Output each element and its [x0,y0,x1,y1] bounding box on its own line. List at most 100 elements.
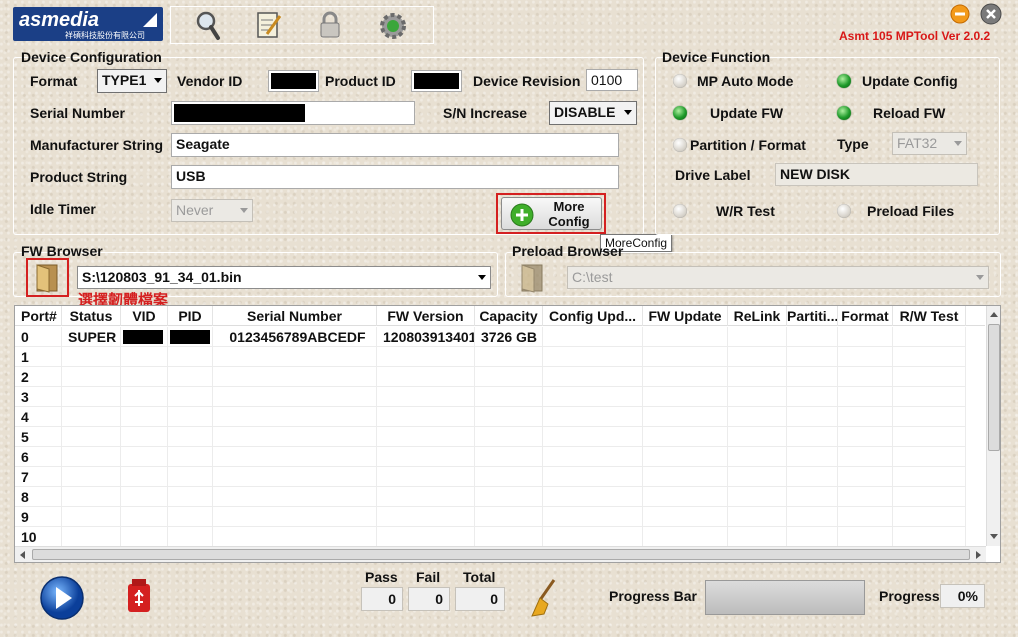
pass-count: 0 [361,587,403,611]
folder-open-icon[interactable] [33,261,63,293]
more-config-button[interactable]: More Config [501,197,602,230]
table-cell [787,347,838,367]
update-fw-label[interactable]: Update FW [710,105,783,121]
col-header[interactable]: Capacity [475,306,543,326]
table-cell [168,487,213,507]
table-row[interactable]: 9 [15,507,966,527]
device-revision-field[interactable]: 0100 [586,69,638,91]
col-header[interactable]: ReLink [728,306,787,326]
usb-drive-icon[interactable] [124,578,154,614]
table-row[interactable]: 0 SUPER 0123456789ABCEDF 120803913401 3726 G… [15,327,966,347]
redacted-value [414,73,459,89]
col-header[interactable]: Status [62,306,121,326]
horizontal-scrollbar[interactable] [15,546,986,562]
reload-fw-led[interactable] [837,106,851,120]
preload-path-select[interactable]: C:\test [567,266,989,289]
table-cell [121,367,168,387]
table-cell [787,447,838,467]
settings-gear-icon[interactable] [377,10,409,42]
col-header[interactable]: Partiti... [787,306,838,326]
col-header[interactable]: Format [838,306,893,326]
update-config-led[interactable] [837,74,851,88]
col-header[interactable]: Port# [15,306,62,326]
folder-open-icon[interactable] [518,261,548,293]
scroll-up-icon[interactable] [990,312,998,317]
fw-path-select[interactable]: S:\120803_91_34_01.bin [77,266,491,289]
table-row[interactable]: 8 [15,487,966,507]
vertical-scrollbar[interactable] [986,306,1000,546]
table-cell [838,427,893,447]
preload-files-label[interactable]: Preload Files [867,203,954,219]
vendor-id-field[interactable] [268,70,319,92]
table-cell [62,527,121,547]
minimize-icon[interactable] [950,4,970,24]
product-string-field[interactable]: USB [171,165,619,189]
reload-fw-label[interactable]: Reload FW [873,105,945,121]
broom-icon[interactable] [524,578,558,620]
table-row[interactable]: 2 [15,367,966,387]
table-cell [121,387,168,407]
play-icon[interactable] [39,575,85,621]
col-header[interactable]: VID [121,306,168,326]
notepad-icon[interactable] [255,10,283,40]
scrollbar-thumb[interactable] [32,549,970,560]
table-row[interactable]: 3 [15,387,966,407]
table-row[interactable]: 4 [15,407,966,427]
scrollbar-thumb[interactable] [988,324,1000,451]
scroll-right-icon[interactable] [976,551,981,559]
table-row[interactable]: 5 [15,427,966,447]
table-row[interactable]: 7 [15,467,966,487]
table-cell [213,527,377,547]
table-cell [787,407,838,427]
scroll-down-icon[interactable] [990,534,998,539]
update-fw-led[interactable] [673,106,687,120]
product-id-field[interactable] [411,70,462,92]
mp-auto-mode-led[interactable] [673,74,687,88]
partition-format-label[interactable]: Partition / Format [690,137,806,153]
manufacturer-field[interactable]: Seagate [171,133,619,157]
format-select[interactable]: TYPE1 [97,69,167,93]
table-cell [475,487,543,507]
table-row[interactable]: 10 [15,527,966,547]
sn-increase-label: S/N Increase [443,105,528,121]
table-row[interactable]: 1 [15,347,966,367]
table-row[interactable]: 6 [15,447,966,467]
table-cell [787,387,838,407]
drive-label-field[interactable]: NEW DISK [775,163,978,186]
col-header[interactable]: FW Update [643,306,728,326]
lock-icon[interactable] [317,10,343,40]
mp-auto-mode-label[interactable]: MP Auto Mode [697,73,793,89]
partition-format-led[interactable] [673,138,687,152]
serial-number-field[interactable] [171,101,415,125]
col-header[interactable]: Serial Number [213,306,377,326]
device-revision-label: Device Revision [473,73,581,89]
close-icon[interactable] [980,3,1002,25]
table-cell [893,467,966,487]
wr-test-label[interactable]: W/R Test [716,203,775,219]
port-grid[interactable]: Port# Status VID PID Serial Number FW Ve… [14,305,1001,563]
table-cell [543,447,643,467]
table-cell [643,467,728,487]
toolbar [170,6,434,44]
col-header[interactable]: FW Version [377,306,475,326]
wr-test-led[interactable] [673,204,687,218]
table-cell [475,447,543,467]
table-cell [543,347,643,367]
progress-bar [705,580,865,615]
table-cell [543,507,643,527]
preload-files-led[interactable] [837,204,851,218]
type-select[interactable]: FAT32 [892,132,967,155]
col-header[interactable]: R/W Test [893,306,966,326]
table-cell [838,487,893,507]
table-cell [643,447,728,467]
more-config-label-line2: Config [548,214,590,229]
col-header[interactable]: PID [168,306,213,326]
sn-increase-select[interactable]: DISABLE [549,101,637,125]
idle-timer-select[interactable]: Never [171,199,253,222]
table-cell [543,387,643,407]
search-icon[interactable] [193,9,223,41]
update-config-label[interactable]: Update Config [862,73,958,89]
scroll-left-icon[interactable] [20,551,25,559]
col-header[interactable]: Config Upd... [543,306,643,326]
progress-label: Progress [879,588,940,604]
